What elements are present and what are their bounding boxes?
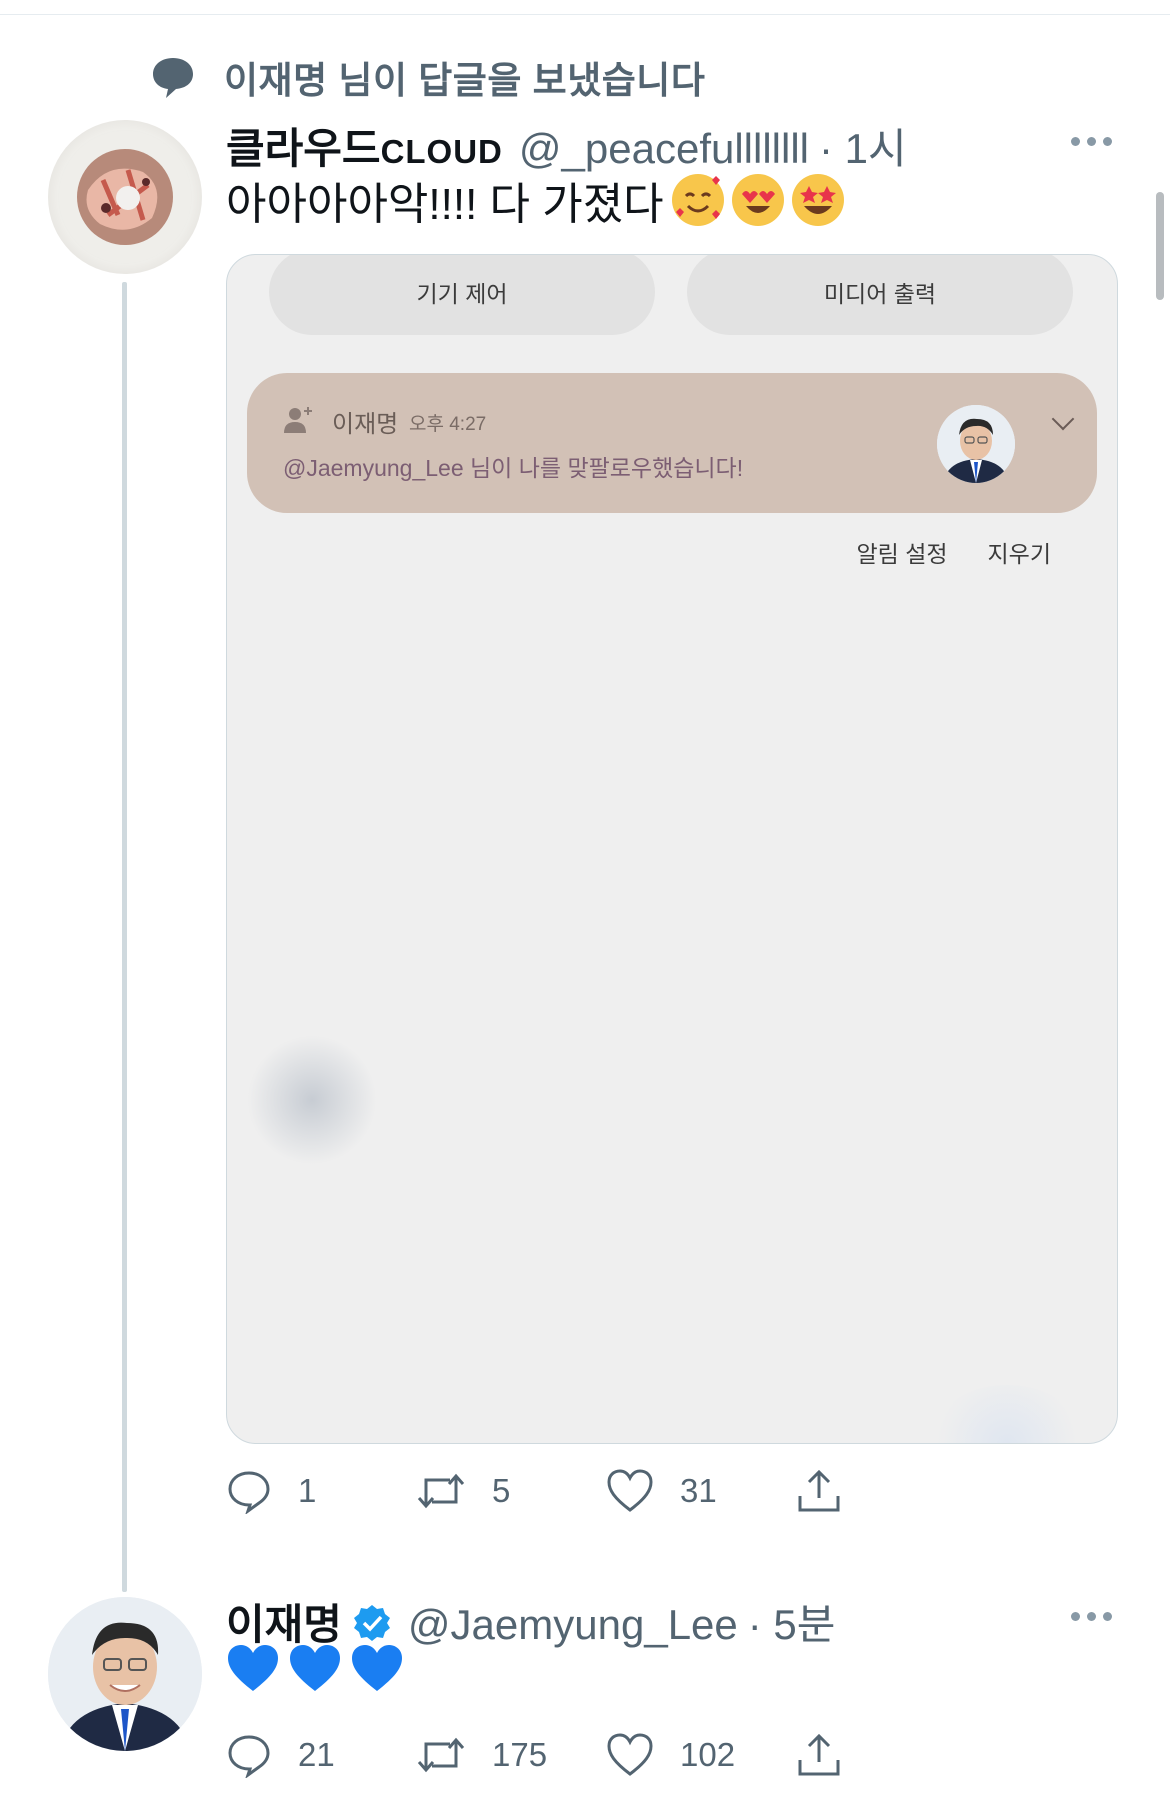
notification-name: 이재명 <box>332 411 399 438</box>
like-count: 102 <box>680 1736 736 1773</box>
notification-settings-label: 알림 설정 <box>856 541 948 567</box>
device-control-button: 기기 제어 <box>269 255 655 335</box>
more-options-icon[interactable] <box>1071 137 1112 146</box>
tweet-actions: 21 175 102 <box>226 1732 986 1778</box>
share-button[interactable] <box>796 1468 986 1514</box>
notification-actions: 알림 설정 지우기 <box>856 535 1051 569</box>
retweet-button[interactable]: 5 <box>416 1468 606 1514</box>
avatar[interactable] <box>48 1597 202 1751</box>
retweet-count: 175 <box>492 1736 548 1773</box>
display-name[interactable]: 클라우드 <box>226 115 381 176</box>
scrollbar[interactable] <box>1156 192 1164 300</box>
tweet-text <box>226 1643 404 1704</box>
like-button[interactable]: 102 <box>606 1732 796 1778</box>
reply-count: 21 <box>298 1736 335 1773</box>
reply-context: 이재명 님이 답글을 보냈습니다 <box>150 50 705 104</box>
reply-button[interactable]: 1 <box>226 1468 416 1514</box>
timestamp[interactable]: · 5분 <box>748 1591 836 1652</box>
blurred-region <box>247 1035 377 1165</box>
timestamp[interactable]: · 1시 <box>819 115 907 176</box>
tweet-header: 클라우드 CLOUD @_peacefullllllll · 1시 <box>226 115 907 176</box>
tweet-actions: 1 5 31 <box>226 1468 986 1514</box>
notification-time: 오후 4:27 <box>409 414 487 435</box>
heart-icon <box>607 1733 653 1776</box>
top-divider <box>0 14 1170 15</box>
tweet-text-body: 아아아아악!!!! 다 가졌다 <box>226 180 664 229</box>
media-output-label: 미디어 출력 <box>823 281 937 307</box>
notification-avatar <box>937 405 1015 483</box>
tweet-thread-page: 이재명 님이 답글을 보냈습니다 클라우드 CLOUD @_peacefullll… <box>0 0 1170 1799</box>
like-count: 31 <box>680 1472 717 1509</box>
handle[interactable]: @Jaemyung_Lee <box>408 1601 738 1649</box>
reply-icon <box>228 1735 270 1778</box>
verified-badge-icon <box>352 1603 392 1648</box>
chevron-down-icon <box>1051 407 1075 431</box>
speech-bubble-icon <box>150 54 196 100</box>
device-control-label: 기기 제어 <box>416 281 508 307</box>
clear-label: 지우기 <box>987 541 1051 567</box>
add-person-icon <box>283 405 313 435</box>
more-options-icon[interactable] <box>1071 1612 1112 1621</box>
reply-button[interactable]: 21 <box>226 1732 416 1778</box>
tweet-text: 아아아아악!!!! 다 가졌다 <box>226 168 844 232</box>
handle[interactable]: @_peacefullllllll <box>519 125 809 173</box>
blue-heart-icon <box>226 1643 280 1704</box>
media-output-button: 미디어 출력 <box>687 255 1073 335</box>
blue-heart-icon <box>288 1643 342 1704</box>
retweet-icon <box>417 1737 465 1773</box>
heart-icon <box>607 1469 653 1512</box>
follow-notification: 이재명 오후 4:27 @Jaemyung_Lee 님이 나를 맞팔로우했습니다… <box>247 373 1097 513</box>
share-icon <box>798 1733 840 1776</box>
blue-heart-icon <box>350 1643 404 1704</box>
share-button[interactable] <box>796 1732 986 1778</box>
retweet-button[interactable]: 175 <box>416 1732 606 1778</box>
notification-message: @Jaemyung_Lee 님이 나를 맞팔로우했습니다! <box>283 455 744 481</box>
retweet-icon <box>417 1473 465 1509</box>
reply-count: 1 <box>298 1472 317 1509</box>
like-button[interactable]: 31 <box>606 1468 796 1514</box>
share-icon <box>798 1469 840 1512</box>
reply-context-text: 이재명 님이 답글을 보냈습니다 <box>224 60 706 101</box>
display-name-suffix[interactable]: CLOUD <box>381 133 503 171</box>
retweet-count: 5 <box>492 1472 511 1509</box>
star-struck-icon <box>791 174 844 226</box>
heart-eyes-icon <box>731 174 784 226</box>
blurred-region <box>927 1385 1087 1443</box>
reply-icon <box>228 1471 270 1514</box>
avatar[interactable] <box>48 120 202 274</box>
smiling-face-with-hearts-icon <box>671 174 724 226</box>
thread-line <box>122 282 127 1592</box>
tweet-media-image[interactable]: 기기 제어 미디어 출력 이재명 오후 4:27 @Jaemyung_Lee 님… <box>226 254 1118 1444</box>
